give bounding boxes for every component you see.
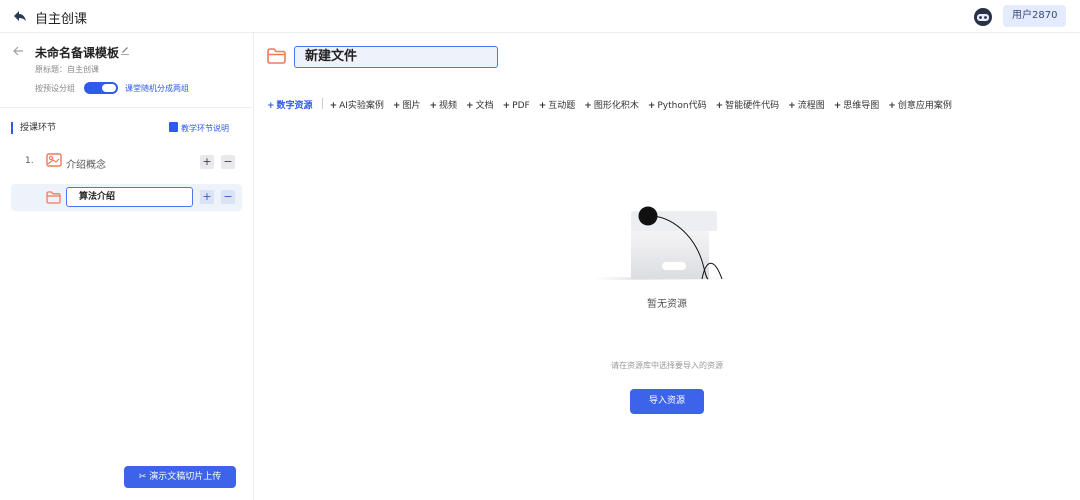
plus-icon: + <box>584 101 592 111</box>
empty-state-title: 暂无资源 <box>647 299 687 310</box>
section-help-link[interactable]: 教学环节说明 <box>169 122 229 134</box>
plus-icon: + <box>538 101 547 111</box>
import-resource-button[interactable]: 导入资源 <box>630 389 704 414</box>
tab-label: 创意应用案例 <box>897 101 952 111</box>
image-icon <box>46 153 62 167</box>
main-panel: 新建文件 + 数字资源 + AI实验案例 + 图片 + 视频 + 文档 + PDF + 互动题 + 图形化积木… <box>254 33 1080 500</box>
scissors-icon: ✂ <box>138 472 150 482</box>
tab-flowchart[interactable]: + 流程图 <box>788 99 825 113</box>
lesson-name-input[interactable]: 算法介绍 <box>66 187 193 207</box>
remove-button[interactable]: − <box>221 190 235 204</box>
tab-mindmap[interactable]: + 思维导图 <box>834 99 880 113</box>
section-title: 授课环节 <box>11 122 56 134</box>
tab-digital-resources[interactable]: + 数字资源 <box>267 99 313 113</box>
robot-icon[interactable] <box>973 7 993 27</box>
tab-videos[interactable]: + 视频 <box>429 99 457 113</box>
edit-icon[interactable] <box>120 45 130 55</box>
add-button[interactable]: + <box>200 190 214 204</box>
original-title: 原标题：自主创课 <box>35 65 99 74</box>
tab-label: 图形化积木 <box>593 101 639 111</box>
plus-icon: + <box>647 101 656 111</box>
plus-icon: + <box>392 101 401 111</box>
plus-icon: + <box>267 101 275 111</box>
upload-slides-button[interactable]: ✂ 演示文稿切片上传 <box>124 466 236 488</box>
tab-label: 思维导图 <box>843 101 880 111</box>
plus-icon: + <box>429 101 438 111</box>
plus-icon: + <box>329 101 338 111</box>
import-hint: 请在资源库中选择要导入的资源 <box>611 361 723 370</box>
back-icon[interactable] <box>12 45 24 57</box>
clipboard-icon <box>169 122 178 132</box>
tab-ai-experiments[interactable]: + AI实验案例 <box>330 99 384 113</box>
lesson-edit-row: 算法介绍 + − <box>11 184 242 211</box>
app-title: 自主创课 <box>35 12 88 27</box>
upload-slides-label: 演示文稿切片上传 <box>149 472 222 482</box>
user-badge[interactable]: 用户2870 <box>1003 5 1067 27</box>
lesson-label: 介绍概念 <box>66 160 106 171</box>
section-help-label: 教学环节说明 <box>181 124 229 133</box>
tab-label: 互动题 <box>548 101 576 111</box>
file-title-input[interactable]: 新建文件 <box>294 46 498 68</box>
tab-hardware-code[interactable]: + 智能硬件代码 <box>716 99 780 113</box>
plus-icon: + <box>466 101 474 111</box>
tab-label: AI实验案例 <box>339 101 384 111</box>
lesson-item[interactable]: 1. 介绍概念 + − <box>11 151 242 173</box>
add-button[interactable]: + <box>200 155 214 169</box>
tab-creative-cases[interactable]: + 创意应用案例 <box>888 99 952 113</box>
tab-label: 流程图 <box>797 101 825 111</box>
folder-icon <box>46 191 61 204</box>
tab-divider <box>321 98 323 109</box>
tab-label: 图片 <box>402 101 421 111</box>
tab-label: 数字资源 <box>276 101 313 111</box>
plus-icon: + <box>788 101 796 111</box>
tab-documents[interactable]: + 文档 <box>466 99 494 113</box>
tab-python[interactable]: + Python代码 <box>648 99 707 113</box>
lesson-number: 1. <box>25 156 34 166</box>
group-label: 按预设分组 <box>35 84 75 93</box>
plus-icon: + <box>833 101 842 111</box>
tab-label: 智能硬件代码 <box>725 101 780 111</box>
resource-tabs: + 数字资源 + AI实验案例 + 图片 + 视频 + 文档 + PDF + 互动题 + 图形化积木 + Pyth… <box>267 93 961 113</box>
tab-pdf[interactable]: + PDF <box>503 99 530 113</box>
tab-blocks[interactable]: + 图形化积木 <box>584 99 639 113</box>
divider <box>0 107 253 108</box>
plus-icon: + <box>502 101 511 111</box>
tab-images[interactable]: + 图片 <box>393 99 421 113</box>
tab-label: PDF <box>512 101 530 111</box>
template-name: 未命名备课模板 <box>35 46 120 60</box>
tab-label: 视频 <box>439 101 458 111</box>
tab-label: 文档 <box>475 101 494 111</box>
sidebar: 未命名备课模板 原标题：自主创课 按预设分组 课堂随机分成两组 授课环节 教学环… <box>0 33 254 500</box>
tab-label: Python代码 <box>657 101 707 111</box>
remove-button[interactable]: − <box>221 155 235 169</box>
back-arrow-icon[interactable] <box>12 8 28 24</box>
empty-state-illustration <box>594 206 734 280</box>
folder-icon <box>267 48 286 64</box>
top-bar: 自主创课 用户2870 <box>0 0 1080 33</box>
group-toggle[interactable] <box>84 82 118 94</box>
tab-quizzes[interactable]: + 互动题 <box>539 99 576 113</box>
plus-icon: + <box>715 101 724 111</box>
plus-icon: + <box>888 101 896 111</box>
group-mode-label: 课堂随机分成两组 <box>125 84 189 93</box>
